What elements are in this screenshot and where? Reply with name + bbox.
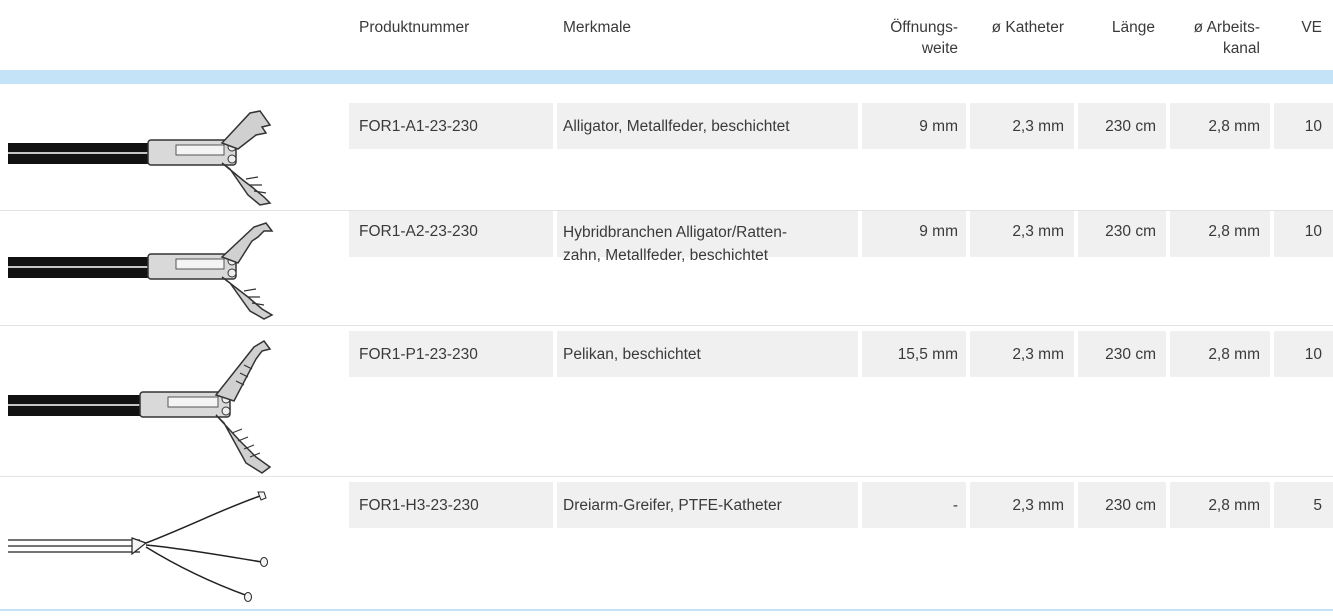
cell-product: FOR1-P1-23-230: [359, 346, 478, 363]
cell-features-line1: Hybridbranchen Alligator/Ratten-: [563, 224, 788, 241]
cell-features-line2: zahn, Metallfeder, beschichtet: [563, 247, 769, 264]
table-row: FOR1-H3-23-230 Dreiarm-Greifer, PTFE-Kat…: [0, 482, 1333, 608]
alligator-forceps-icon: [8, 110, 272, 206]
col-header-channel-line2: kanal: [1222, 40, 1260, 57]
cell-channel: 2,8 mm: [1208, 118, 1260, 135]
table-row: FOR1-A2-23-230 Hybridbranchen Alligator/…: [0, 211, 1333, 325]
table-row: FOR1-P1-23-230 Pelikan, beschichtet 15,5…: [0, 331, 1333, 476]
pelican-forceps-icon: [8, 340, 272, 474]
cell-product: FOR1-A2-23-230: [359, 223, 478, 240]
cell-catheter: 2,3 mm: [1012, 497, 1064, 514]
cell-features-line1: Dreiarm-Greifer, PTFE-Katheter: [563, 497, 782, 514]
col-header-opening-line2: weite: [921, 40, 958, 57]
cell-ve: 10: [1304, 118, 1322, 135]
table-header: Produktnummer Merkmale Öffnungs- weite ø…: [0, 0, 1333, 70]
cell-length: 230 cm: [1105, 223, 1156, 240]
cell-ve: 10: [1304, 346, 1322, 363]
row-divider: [0, 325, 1333, 326]
cell-length: 230 cm: [1105, 346, 1156, 363]
cell-ve: 5: [1313, 497, 1322, 514]
row-divider: [0, 476, 1333, 477]
header-accent-bar: [0, 70, 1333, 84]
cell-channel: 2,8 mm: [1208, 223, 1260, 240]
cell-channel: 2,8 mm: [1208, 497, 1260, 514]
col-header-channel-line1: ø Arbeits-: [1193, 19, 1260, 36]
cell-ve: 10: [1304, 223, 1322, 240]
hybrid-forceps-icon: [8, 222, 274, 320]
col-header-features: Merkmale: [563, 19, 632, 36]
cell-catheter: 2,3 mm: [1012, 223, 1064, 240]
cell-length: 230 cm: [1105, 118, 1156, 135]
cell-product: FOR1-A1-23-230: [359, 118, 478, 135]
col-header-opening-line1: Öffnungs-: [890, 19, 958, 36]
cell-length: 230 cm: [1105, 497, 1156, 514]
cell-features-line1: Alligator, Metallfeder, beschichtet: [563, 118, 790, 135]
cell-features-line1: Pelikan, beschichtet: [563, 346, 701, 363]
col-header-product: Produktnummer: [359, 19, 470, 36]
cell-features: Dreiarm-Greifer, PTFE-Katheter: [563, 495, 782, 516]
col-header-ve: VE: [1301, 19, 1322, 36]
table-row: FOR1-A1-23-230 Alligator, Metallfeder, b…: [0, 103, 1333, 210]
col-header-channel: ø Arbeits- kanal: [1160, 17, 1260, 59]
cell-opening: 9 mm: [919, 223, 958, 240]
cell-features: Pelikan, beschichtet: [563, 344, 701, 365]
table-bottom-line: [0, 609, 1333, 611]
cell-opening: -: [952, 497, 958, 514]
cell-catheter: 2,3 mm: [1012, 118, 1064, 135]
col-header-opening: Öffnungs- weite: [860, 17, 958, 59]
cell-catheter: 2,3 mm: [1012, 346, 1064, 363]
cell-features: Alligator, Metallfeder, beschichtet: [563, 116, 790, 137]
cell-opening: 15,5 mm: [897, 346, 958, 363]
col-header-length: Länge: [1111, 19, 1155, 36]
cell-features: Hybridbranchen Alligator/Ratten- zahn, M…: [563, 221, 787, 267]
cell-channel: 2,8 mm: [1208, 346, 1260, 363]
cell-opening: 9 mm: [919, 118, 958, 135]
cell-product: FOR1-H3-23-230: [359, 497, 479, 514]
col-header-catheter: ø Katheter: [991, 19, 1064, 36]
three-prong-grasper-icon: [8, 491, 268, 602]
